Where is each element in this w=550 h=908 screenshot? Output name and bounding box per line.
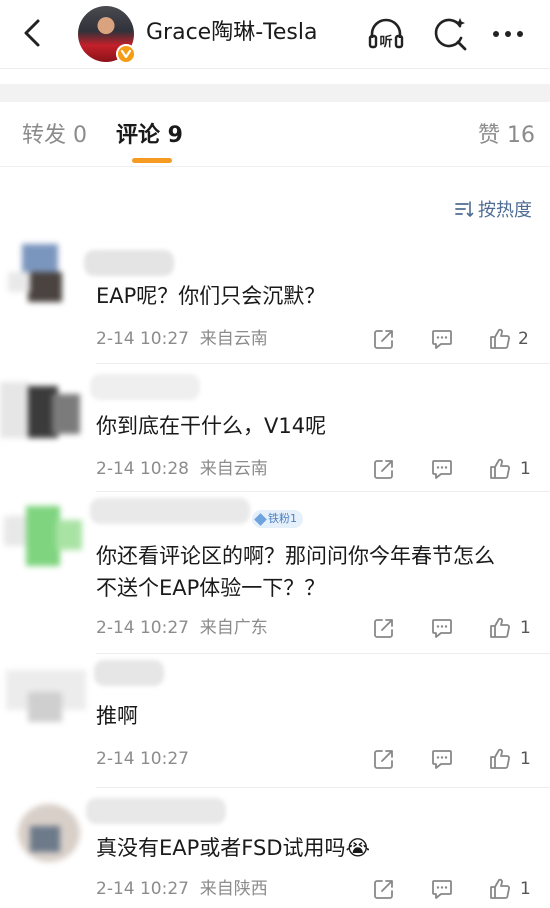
- back-arrow-icon[interactable]: [16, 16, 48, 50]
- commenter-name[interactable]: [90, 374, 200, 400]
- section-gap: [0, 84, 550, 102]
- comment-text: EAP呢？你们只会沉默？: [96, 284, 326, 308]
- sort-by-hot-button[interactable]: 按热度: [454, 196, 532, 222]
- search-icon[interactable]: [430, 14, 470, 54]
- fan-badge[interactable]: 铁粉1: [252, 510, 303, 528]
- comment-location: 来自广东: [199, 618, 268, 638]
- commenter-name[interactable]: [86, 798, 226, 824]
- comment-text-line2: 不送个EAP体验一下？？: [96, 576, 326, 600]
- like-count: 1: [520, 618, 531, 638]
- comment-meta: 2-14 10:27 来自广东: [96, 616, 268, 640]
- like-count: 1: [520, 459, 531, 479]
- commenter-name[interactable]: [94, 660, 164, 686]
- comment-location: 来自陕西: [199, 879, 268, 899]
- like-count: 2: [518, 329, 529, 349]
- tab-like[interactable]: 赞 16: [478, 122, 535, 150]
- comment-item: 铁粉1 你还看评论区的啊？那问问你今年春节怎么 不送个EAP体验一下？？ 2-1…: [0, 492, 550, 654]
- comment-text: 推啊: [96, 704, 138, 728]
- avatar[interactable]: [0, 378, 82, 440]
- comment-meta: 2-14 10:27 来自陕西: [96, 877, 268, 901]
- reply-icon[interactable]: [430, 616, 454, 640]
- avatar[interactable]: [6, 662, 86, 728]
- tab-comment[interactable]: 评论 9: [116, 122, 183, 150]
- comment-location: 来自云南: [199, 329, 268, 349]
- comment-item: 推啊 2-14 10:27 1: [0, 654, 550, 788]
- sort-label: 按热度: [478, 200, 532, 221]
- tab-bar: 转发 0 评论 9 赞 16: [0, 102, 550, 166]
- like-icon[interactable]: [488, 747, 512, 771]
- comment-time: 2-14 10:27: [96, 749, 189, 769]
- reply-icon[interactable]: [430, 457, 454, 481]
- tab-divider: [0, 166, 550, 167]
- comment-item: 真没有EAP或者FSD试用吗😭 2-14 10:27 来自陕西 1: [0, 788, 550, 908]
- more-icon[interactable]: [490, 14, 530, 54]
- comment-text: 真没有EAP或者FSD试用吗😭: [96, 836, 371, 860]
- comment-item: EAP呢？你们只会沉默？ 2-14 10:27 来自云南 2: [0, 244, 550, 364]
- comment-time: 2-14 10:27: [96, 879, 189, 899]
- comment-meta: 2-14 10:27: [96, 747, 189, 771]
- commenter-name[interactable]: [90, 498, 250, 524]
- author-avatar[interactable]: [78, 6, 136, 64]
- author-name[interactable]: Grace陶琳-Tesla: [146, 18, 317, 48]
- comment-meta: 2-14 10:27 来自云南: [96, 327, 268, 351]
- comment-text-line1: 你还看评论区的啊？那问问你今年春节怎么: [96, 544, 495, 568]
- tab-repost[interactable]: 转发 0: [22, 122, 87, 150]
- share-icon[interactable]: [372, 457, 396, 481]
- comment-time: 2-14 10:27: [96, 618, 189, 638]
- sort-icon: [455, 201, 474, 217]
- like-count: 1: [520, 879, 531, 899]
- header-divider: [0, 68, 550, 69]
- avatar[interactable]: [8, 244, 82, 304]
- comment-time: 2-14 10:27: [96, 329, 189, 349]
- avatar[interactable]: [18, 804, 80, 862]
- like-icon[interactable]: [488, 616, 512, 640]
- share-icon[interactable]: [372, 616, 396, 640]
- reply-icon[interactable]: [430, 747, 454, 771]
- top-bar: Grace陶琳-Tesla 听: [0, 0, 550, 68]
- comment-item: 你到底在干什么，V14呢 2-14 10:28 来自云南 1: [0, 364, 550, 492]
- like-count: 1: [520, 749, 531, 769]
- reply-icon[interactable]: [430, 877, 454, 901]
- diamond-icon: [254, 512, 267, 526]
- share-icon[interactable]: [372, 327, 396, 351]
- avatar[interactable]: [4, 500, 84, 570]
- comment-time: 2-14 10:28: [96, 459, 189, 479]
- listen-icon[interactable]: 听: [366, 14, 406, 54]
- like-icon[interactable]: [488, 457, 512, 481]
- active-tab-indicator: [132, 158, 172, 163]
- share-icon[interactable]: [372, 747, 396, 771]
- verified-v-icon: [116, 44, 136, 64]
- comment-meta: 2-14 10:28 来自云南: [96, 457, 268, 481]
- listen-label: 听: [379, 34, 392, 50]
- like-icon[interactable]: [488, 327, 512, 351]
- reply-icon[interactable]: [430, 327, 454, 351]
- like-icon[interactable]: [488, 877, 512, 901]
- fan-badge-label: 铁粉1: [268, 512, 297, 525]
- share-icon[interactable]: [372, 877, 396, 901]
- comment-location: 来自云南: [199, 459, 268, 479]
- comment-text: 你到底在干什么，V14呢: [96, 414, 327, 438]
- commenter-name[interactable]: [84, 250, 174, 276]
